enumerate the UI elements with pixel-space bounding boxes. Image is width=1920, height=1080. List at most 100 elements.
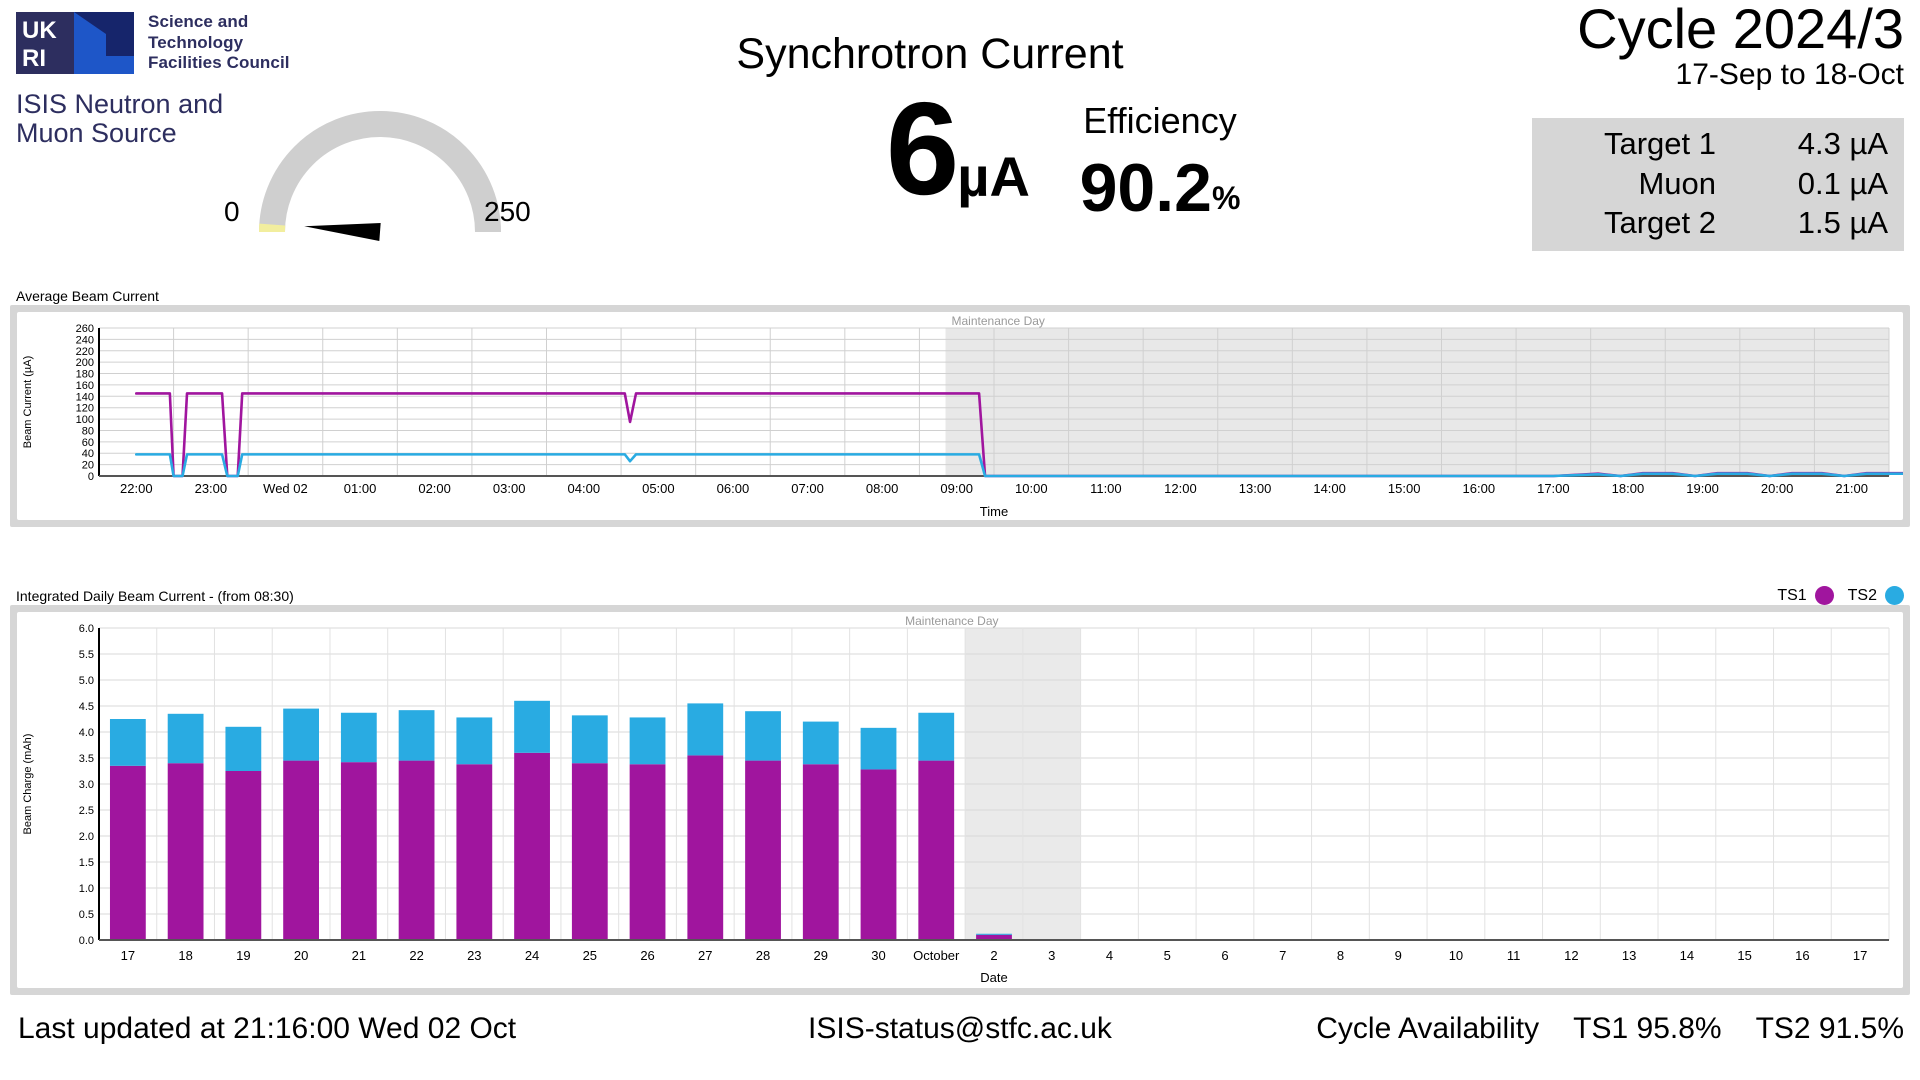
svg-text:08:00: 08:00 [866,481,899,496]
svg-text:4: 4 [1106,948,1113,963]
svg-text:11: 11 [1507,948,1521,963]
svg-text:12:00: 12:00 [1164,481,1197,496]
svg-text:20: 20 [294,948,308,963]
svg-text:19: 19 [236,948,250,963]
svg-text:5.0: 5.0 [79,675,94,687]
svg-text:16: 16 [1795,948,1809,963]
efficiency-value: 90.2 [1079,150,1212,226]
svg-text:25: 25 [583,948,597,963]
legend-swatch-ts2 [1885,586,1904,605]
svg-text:Beam Current (µA): Beam Current (µA) [22,356,34,449]
legend-swatch-ts1 [1814,586,1834,605]
svg-text:Maintenance Day: Maintenance Day [905,614,998,628]
svg-text:Time: Time [980,504,1008,519]
svg-text:15: 15 [1737,948,1751,963]
svg-text:40: 40 [82,448,94,460]
svg-text:4.0: 4.0 [79,727,94,739]
svg-text:Wed 02: Wed 02 [263,481,308,496]
bottom-chart-caption: Integrated Daily Beam Current - (from 08… [16,588,294,604]
svg-text:200: 200 [76,357,94,369]
ts2-availability: TS2 91.5% [1755,1012,1904,1045]
svg-text:06:00: 06:00 [717,481,750,496]
target-value: 1.5 µA [1797,205,1888,241]
svg-text:6: 6 [1221,948,1228,963]
svg-text:120: 120 [76,403,94,415]
svg-text:180: 180 [76,369,94,381]
svg-text:3.5: 3.5 [79,753,94,765]
svg-text:240: 240 [76,334,94,346]
svg-text:19:00: 19:00 [1686,481,1719,496]
svg-text:23:00: 23:00 [195,481,228,496]
svg-text:22: 22 [409,948,423,963]
svg-text:20:00: 20:00 [1761,481,1794,496]
council-line-2: Technology [148,32,244,52]
integrated-daily-beam-current-chart: Maintenance Day 0.0 0.5 1.0 1.5 2.0 2.5 3.0 3.5 4… [17,612,1903,988]
council-line-1: Science and [148,12,249,31]
availability-label: Cycle Availability [1316,1012,1540,1045]
svg-text:100: 100 [76,414,94,426]
average-beam-current-chart: Maintenance Day 0 20 40 60 80 100 120 140 160 180 2… [17,312,1903,520]
dashboard-footer: Last updated at 21:16:00 Wed 02 Oct ISIS… [0,1012,1920,1072]
svg-text:13: 13 [1622,948,1636,963]
svg-text:29: 29 [814,948,828,963]
svg-text:Date: Date [980,970,1007,985]
svg-text:260: 260 [76,323,94,335]
table-row: Muon 0.1 µA [1548,164,1888,204]
current-value: 6 [885,75,959,222]
svg-text:160: 160 [76,380,94,392]
page-title: Synchrotron Current [736,30,1124,78]
efficiency-label: Efficiency [1083,100,1237,141]
svg-text:20: 20 [82,460,94,472]
target-name: Target 1 [1603,126,1716,161]
svg-text:17: 17 [121,948,135,963]
svg-text:05:00: 05:00 [642,481,675,496]
svg-text:80: 80 [82,425,94,437]
cycle-dates: 17-Sep to 18-Oct [1675,58,1904,91]
legend-item-ts2: TS2 [1848,586,1904,605]
svg-text:0.0: 0.0 [79,935,94,947]
svg-text:220: 220 [76,346,94,358]
target-value: 4.3 µA [1797,126,1888,161]
svg-text:01:00: 01:00 [344,481,377,496]
top-chart-caption: Average Beam Current [16,288,159,304]
council-line-3: Facilities Council [148,53,290,73]
svg-text:3: 3 [1048,948,1055,963]
svg-text:UK: UK [22,17,57,44]
svg-text:15:00: 15:00 [1388,481,1421,496]
svg-text:0: 0 [88,471,94,483]
gauge-max-label: 250 [484,196,531,227]
svg-text:14: 14 [1680,948,1694,963]
svg-text:12: 12 [1564,948,1578,963]
svg-text:22:00: 22:00 [120,481,153,496]
svg-text:26: 26 [640,948,654,963]
svg-text:Maintenance Day: Maintenance Day [952,314,1045,328]
svg-text:2.5: 2.5 [79,805,94,817]
dashboard-header: UK RI Science and Technology Facilities … [0,0,1920,288]
svg-text:27: 27 [698,948,712,963]
svg-text:18:00: 18:00 [1612,481,1645,496]
gauge-min-label: 0 [224,196,240,227]
svg-text:RI: RI [22,45,46,72]
legend-label-ts1: TS1 [1777,586,1807,604]
stfc-council-name: Science and Technology Facilities Counci… [148,12,290,74]
svg-text:02:00: 02:00 [418,481,451,496]
legend-label-ts2: TS2 [1847,586,1877,604]
svg-text:23: 23 [467,948,481,963]
table-row: Target 1 4.3 µA [1548,124,1888,164]
svg-text:60: 60 [82,437,94,449]
svg-text:04:00: 04:00 [568,481,601,496]
average-beam-current-panel: Maintenance Day 0 20 40 60 80 100 120 140 160 180 2… [10,305,1910,527]
svg-text:3.0: 3.0 [79,779,94,791]
svg-text:1.0: 1.0 [79,883,94,895]
svg-text:21:00: 21:00 [1835,481,1868,496]
svg-text:Beam Charge (mAh): Beam Charge (mAh) [22,734,34,835]
legend-item-ts1: TS1 [1777,586,1834,605]
svg-text:13:00: 13:00 [1239,481,1272,496]
svg-text:11:00: 11:00 [1090,481,1122,496]
svg-text:0.5: 0.5 [79,909,94,921]
ts1-availability: TS1 95.8% [1573,1012,1722,1045]
svg-text:2: 2 [990,948,997,963]
svg-text:03:00: 03:00 [493,481,526,496]
svg-text:7: 7 [1279,948,1286,963]
svg-text:09:00: 09:00 [940,481,973,496]
